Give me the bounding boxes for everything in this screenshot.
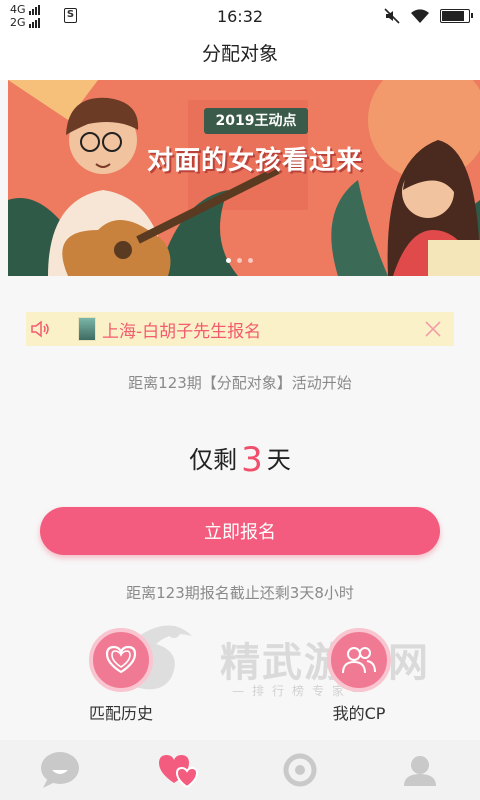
countdown-info: 距离123期【分配对象】活动开始 [128,374,352,392]
carousel-dot[interactable] [248,258,253,263]
status-bar: 4G 2G S 16:32 [0,0,480,32]
couple-icon [342,647,376,674]
wifi-icon [411,9,429,23]
banner-carousel[interactable]: 2019王动点 对面的女孩看过来 [8,80,480,276]
remaining-days-number: 3 [241,440,263,480]
tab-discover[interactable] [276,748,324,792]
close-icon[interactable] [424,320,442,338]
hearts-icon [159,755,199,789]
remaining-prefix: 仅剩 [189,446,238,474]
heart-icon [105,645,137,674]
days-remaining: 仅剩 3 天 [0,440,480,480]
my-cp-label: 我的CP [332,704,386,723]
banner-badge: 2019王动点 [204,108,308,134]
circle-icon [283,753,317,787]
carousel-dot[interactable] [226,258,231,263]
remaining-suffix: 天 [266,446,291,474]
match-history-button[interactable]: 匹配历史 [76,628,166,724]
battery-icon [440,9,473,23]
carousel-dots [226,258,253,263]
tab-profile[interactable] [396,748,444,792]
signup-button[interactable]: 立即报名 [40,507,440,555]
page-title: 分配对象 [0,32,480,80]
mute-icon [384,8,400,24]
notice-bar: 上海-白胡子先生报名 [26,312,454,346]
user-avatar-thumb [78,317,96,341]
banner-headline: 对面的女孩看过来 [146,146,363,176]
tab-chat[interactable] [36,748,84,792]
profile-icon [404,756,436,786]
match-history-label: 匹配历史 [88,704,153,723]
chat-icon [41,752,79,788]
deadline-text: 距离123期报名截止还剩3天8小时 [126,584,354,602]
bottom-tab-bar [0,740,480,800]
speaker-icon [31,320,49,338]
tab-match[interactable] [156,748,204,792]
notice-text: 上海-白胡子先生报名 [102,321,262,342]
carousel-dot[interactable] [237,258,242,263]
my-cp-button[interactable]: 我的CP [314,628,404,724]
